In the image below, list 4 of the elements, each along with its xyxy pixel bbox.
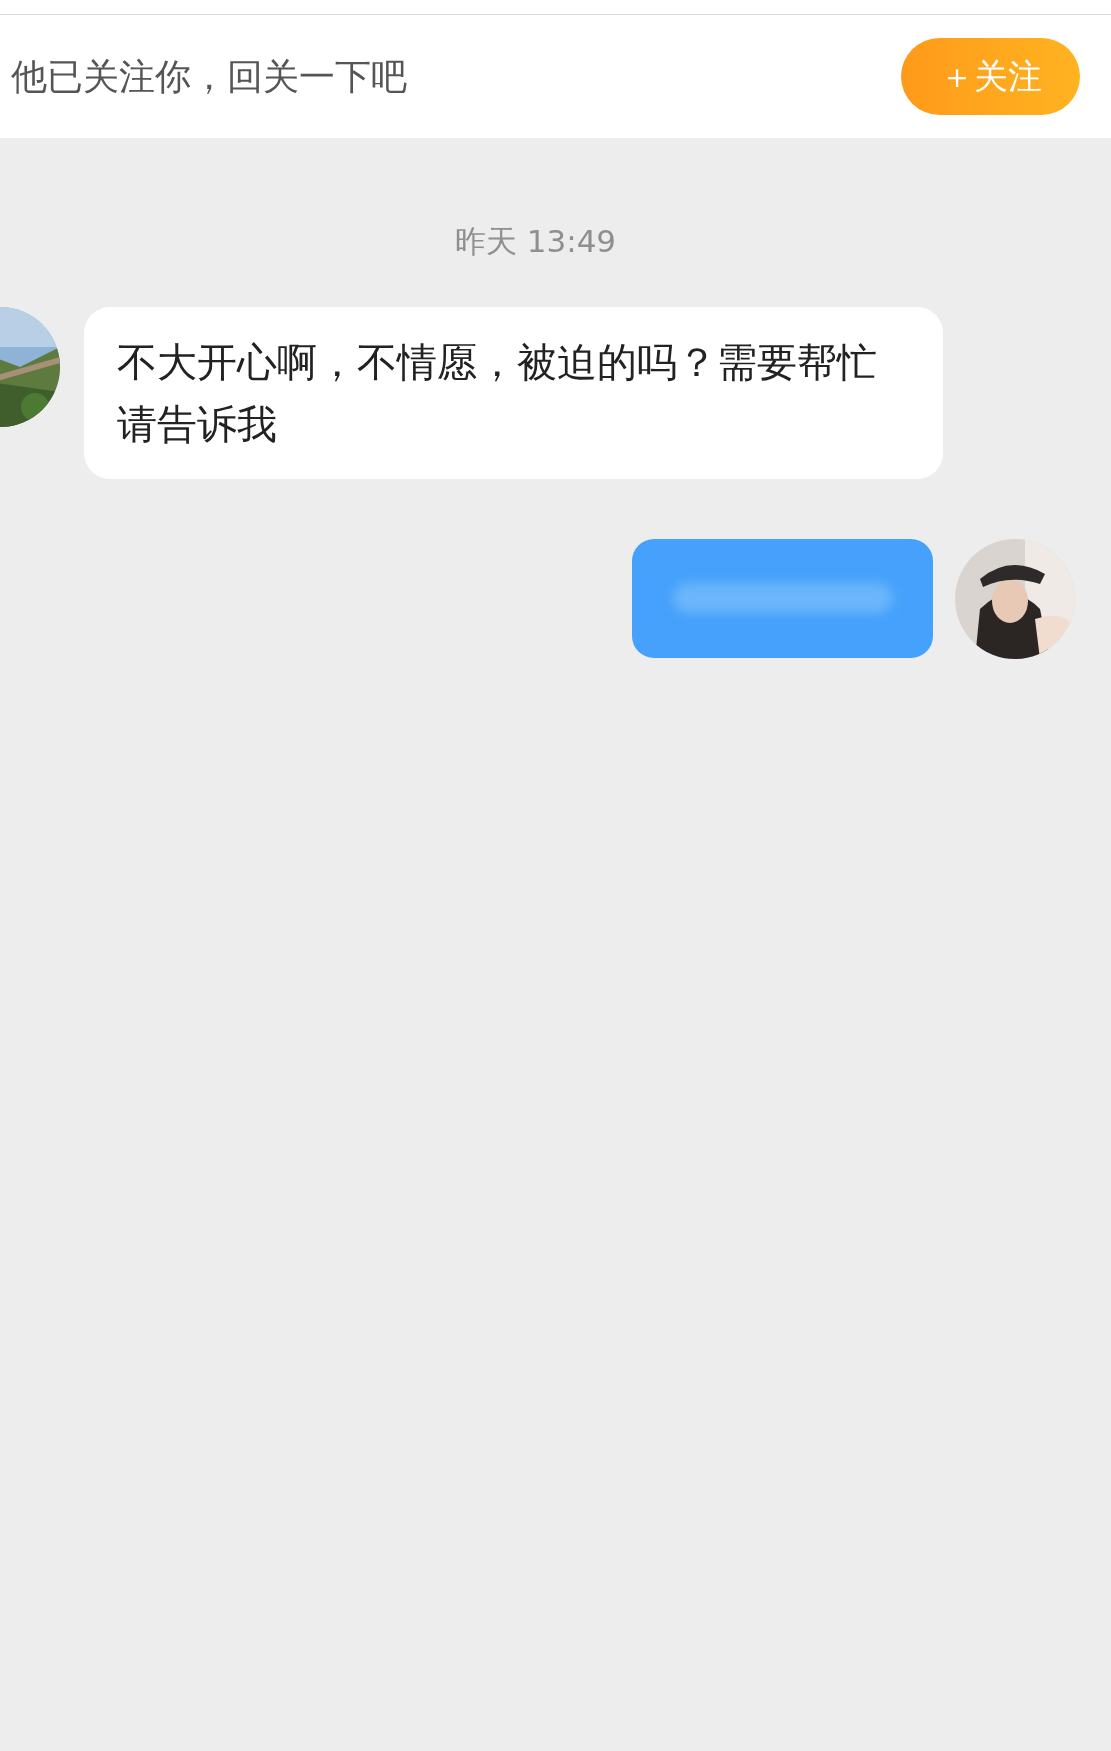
follow-button[interactable]: ＋关注 xyxy=(901,38,1080,115)
follow-prompt: 他已关注你，回关一下吧 xyxy=(11,54,407,99)
message-bubble: 不大开心啊，不情愿，被迫的吗？需要帮忙请告诉我 xyxy=(84,306,943,479)
timestamp: 昨天 13:49 xyxy=(454,222,617,261)
